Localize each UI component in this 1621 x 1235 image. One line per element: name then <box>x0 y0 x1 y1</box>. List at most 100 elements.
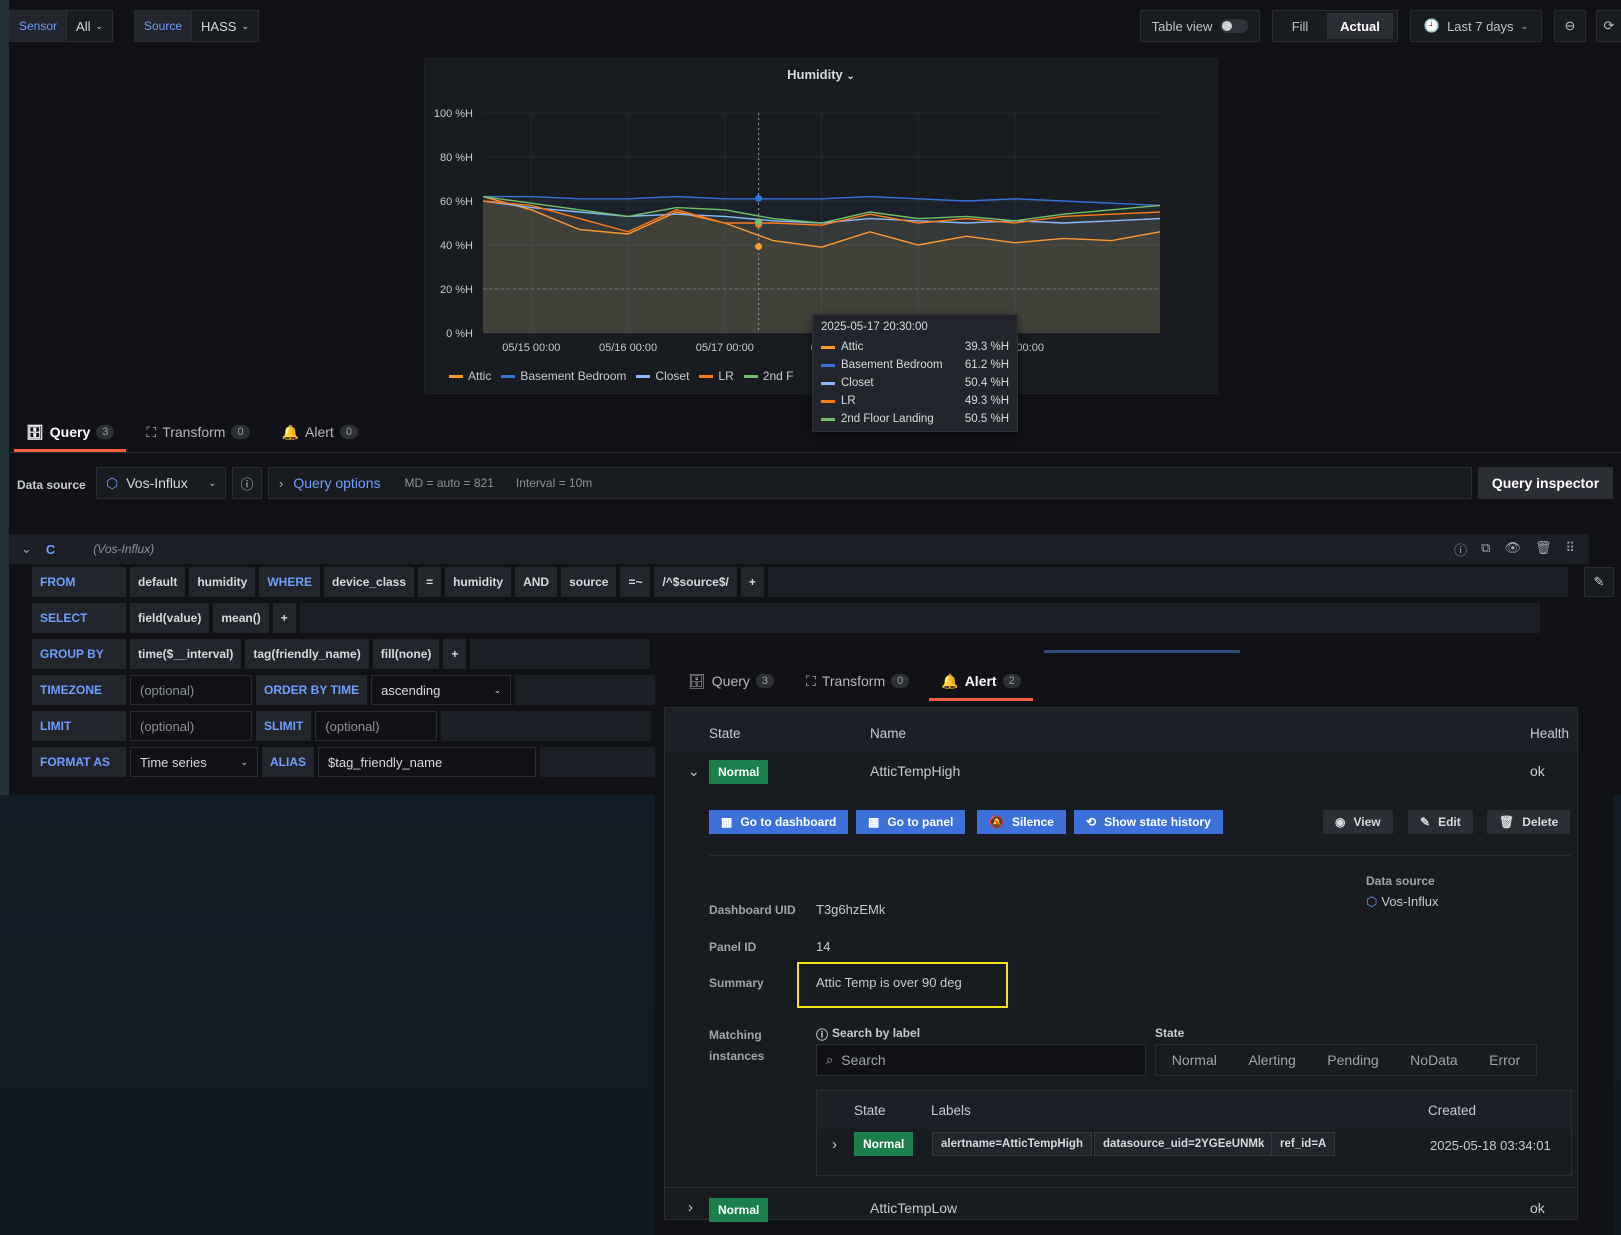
query-segment[interactable]: time($__interval) <box>130 639 242 669</box>
tab-transform-overlay[interactable]: ⛶ Transform 0 <box>806 661 910 701</box>
tab-alert-overlay[interactable]: 🔔 Alert 2 <box>929 661 1034 701</box>
tab-query[interactable]: 🗄 Query 3 <box>13 412 127 452</box>
edit-button[interactable]: ✎ Edit <box>1408 810 1473 834</box>
query-segment[interactable]: tag(friendly_name) <box>245 639 369 669</box>
tab-alert[interactable]: 🔔 Alert 0 <box>282 412 358 452</box>
hover-point <box>755 194 763 202</box>
alias-input[interactable]: $tag_friendly_name <box>318 747 536 777</box>
state-filter-error[interactable]: Error <box>1489 1052 1520 1068</box>
query-segment[interactable]: = <box>418 567 442 597</box>
resize-handle[interactable] <box>1044 650 1240 653</box>
state-filter-normal[interactable]: Normal <box>1172 1052 1217 1068</box>
format-as-select[interactable]: Time series ⌄ <box>130 747 258 777</box>
tooltip-row: 2nd Floor Landing 50.5 %H <box>821 410 1009 428</box>
actual-button[interactable]: Actual <box>1327 13 1393 39</box>
expand-instance-icon[interactable]: › <box>832 1136 837 1153</box>
summary-value: Attic Temp is over 90 deg <box>816 975 962 990</box>
rule-name[interactable]: AtticTempLow <box>870 1200 957 1216</box>
panel-title[interactable]: Humidity ⌄ <box>425 67 1217 82</box>
expand-chevron-icon[interactable]: ⌄ <box>688 763 700 780</box>
query-segment[interactable]: fill(none) <box>372 639 440 669</box>
query-segment[interactable]: =~ <box>620 567 651 597</box>
show-state-history-button[interactable]: ⟲ Show state history <box>1074 810 1223 834</box>
state-filter-pending[interactable]: Pending <box>1327 1052 1378 1068</box>
source-variable-value[interactable]: HASS ⌄ <box>192 19 258 34</box>
influx-icon: ⬡ <box>1366 894 1378 909</box>
query-options-link[interactable]: Query options <box>293 475 380 491</box>
query-ref-id[interactable]: C <box>46 542 55 557</box>
query-segment[interactable]: default <box>130 567 186 597</box>
refresh-button[interactable]: ⟳ <box>1596 10 1621 42</box>
eye-icon[interactable]: 👁 <box>1504 540 1521 559</box>
go-to-panel-button[interactable]: ▦ Go to panel <box>856 810 966 834</box>
add-segment-button[interactable]: + <box>740 567 764 597</box>
sensor-variable[interactable]: Sensor All ⌄ <box>9 10 114 42</box>
timezone-input[interactable]: (optional) <box>130 675 252 705</box>
collapse-chevron-icon[interactable]: ⌄ <box>21 541 32 557</box>
query-options-bar[interactable]: › Query options MD = auto = 821 Interval… <box>268 467 1472 499</box>
search-input[interactable]: ⌕ Search <box>816 1044 1146 1076</box>
time-range-picker[interactable]: 🕘 Last 7 days ⌄ <box>1410 10 1542 42</box>
datasource-help-button[interactable]: ⓘ <box>232 467 262 499</box>
state-badge: Normal <box>709 760 769 784</box>
database-icon: 🗄 <box>26 423 44 440</box>
uid-label: Dashboard UID <box>709 903 796 917</box>
view-button[interactable]: ◉ View <box>1323 810 1393 834</box>
datasource-picker[interactable]: ⬡ Vos-Influx ⌄ <box>96 467 226 499</box>
expand-chevron-icon[interactable]: › <box>688 1199 693 1216</box>
drag-handle-icon[interactable]: ⠿ <box>1565 540 1575 559</box>
raw-mode-edit-button[interactable]: ✎ <box>1584 567 1614 597</box>
inst-col-created: Created <box>1428 1103 1477 1118</box>
alert-count-badge: 2 <box>1002 674 1021 688</box>
rule-name[interactable]: AtticTempHigh <box>870 763 960 779</box>
fill-actual-group: Fill Actual <box>1272 10 1398 42</box>
query-count-badge: 3 <box>755 674 775 688</box>
query-segment[interactable]: AND <box>515 567 558 597</box>
sensor-variable-value[interactable]: All ⌄ <box>67 19 112 34</box>
legend-item[interactable]: LR <box>699 369 734 383</box>
toggle-switch[interactable] <box>1220 19 1249 33</box>
query-segment[interactable]: /^$source$/ <box>654 567 737 597</box>
order-by-select[interactable]: ascending ⌄ <box>371 675 512 705</box>
query-keyword[interactable]: WHERE <box>259 567 321 597</box>
add-segment-button[interactable]: + <box>443 639 467 669</box>
source-variable[interactable]: Source HASS ⌄ <box>134 10 259 42</box>
query-segment[interactable]: field(value) <box>130 603 210 633</box>
add-segment-button[interactable]: + <box>272 603 296 633</box>
query-segment[interactable]: humidity <box>189 567 256 597</box>
legend-item[interactable]: Basement Bedroom <box>501 369 626 383</box>
query-inspector-button[interactable]: Query inspector <box>1478 467 1613 499</box>
query-segment[interactable]: humidity <box>445 567 512 597</box>
duplicate-icon[interactable]: ⧉ <box>1481 540 1490 559</box>
legend-item[interactable]: Attic <box>449 369 491 383</box>
query-segment[interactable]: mean() <box>213 603 269 633</box>
state-filter-alerting[interactable]: Alerting <box>1248 1052 1295 1068</box>
query-segment[interactable]: source <box>561 567 617 597</box>
transform-count-badge: 0 <box>231 425 250 439</box>
limit-input[interactable]: (optional) <box>130 711 252 741</box>
ds-value: ⬡ Vos-Influx <box>1366 894 1439 909</box>
silence-button[interactable]: 🔕 Silence <box>977 810 1066 834</box>
time-range-label: Last 7 days <box>1447 18 1514 34</box>
query-segment[interactable]: device_class <box>324 567 415 597</box>
help-icon[interactable]: ⓘ <box>1454 540 1467 559</box>
legend-item[interactable]: 2nd F <box>743 369 793 383</box>
legend-item[interactable]: Closet <box>636 369 689 383</box>
apps-icon: ▦ <box>721 815 733 829</box>
query-keyword: FROM <box>32 567 126 597</box>
trash-icon[interactable]: 🗑 <box>1535 540 1552 559</box>
chevron-down-icon: ⌄ <box>493 684 502 695</box>
table-view-toggle[interactable]: Table view <box>1140 10 1260 42</box>
tooltip-row: Basement Bedroom 61.2 %H <box>821 356 1009 374</box>
legend-swatch <box>636 374 651 378</box>
state-filter-nodata[interactable]: NoData <box>1410 1052 1457 1068</box>
tab-query-overlay[interactable]: 🗄 Query 3 <box>688 661 775 701</box>
slimit-input[interactable]: (optional) <box>315 711 438 741</box>
go-to-dashboard-button[interactable]: ▦ Go to dashboard <box>709 810 849 834</box>
rule-health: ok <box>1530 763 1545 779</box>
delete-button[interactable]: 🗑 Delete <box>1487 810 1571 834</box>
zoom-out-button[interactable]: ⊖ <box>1554 10 1586 42</box>
fill-button[interactable]: Fill <box>1273 19 1327 34</box>
tab-transform[interactable]: ⛶ Transform 0 <box>146 412 250 452</box>
y-tick-label: 40 %H <box>440 240 473 252</box>
